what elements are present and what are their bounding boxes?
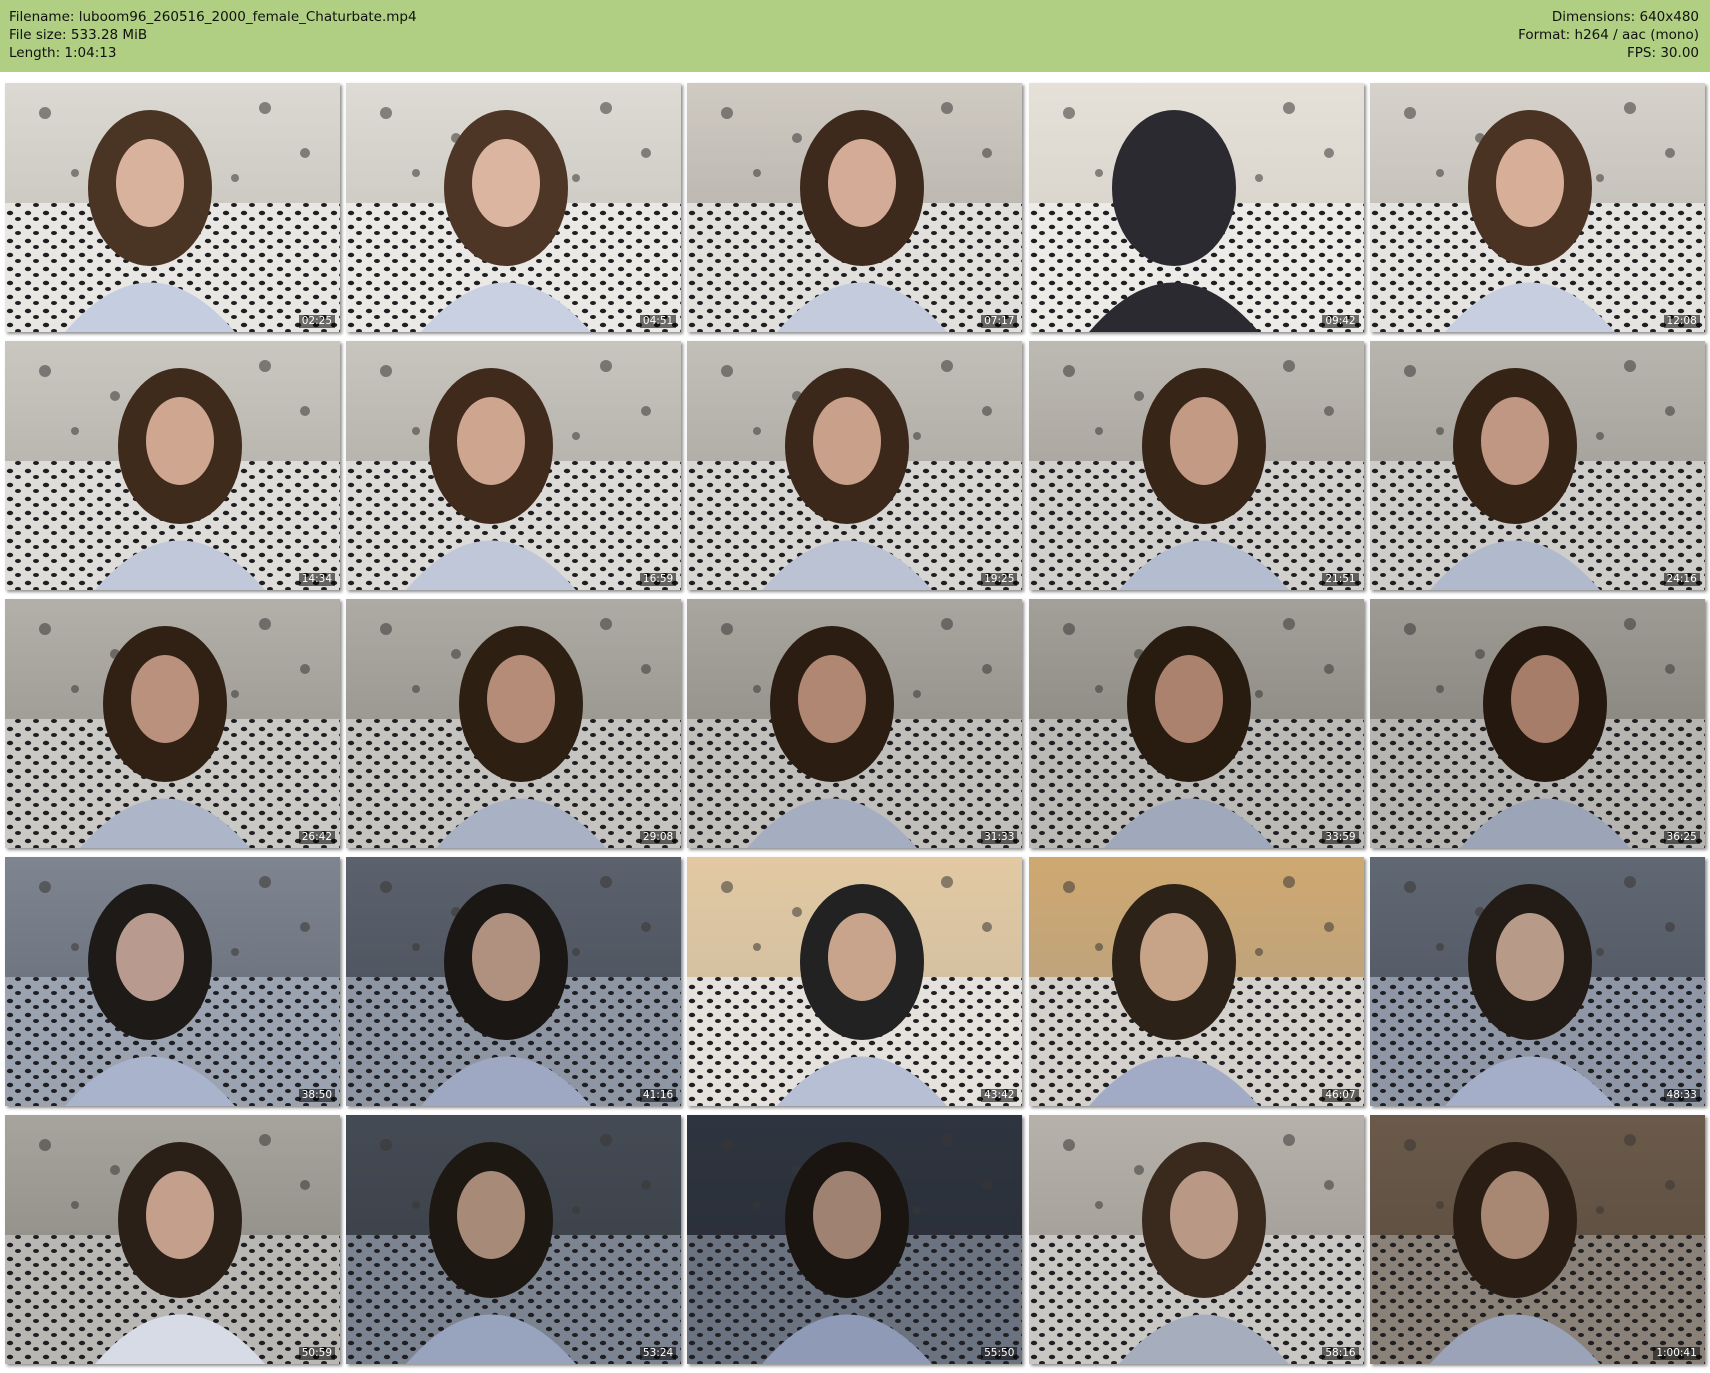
thumbnail-timestamp: 19:25: [981, 573, 1018, 586]
thumbnail-image: [687, 83, 1023, 332]
thumbnail-frame[interactable]: 36:25: [1369, 599, 1705, 848]
thumbnail-image: [346, 599, 682, 848]
thumbnail-frame[interactable]: 46:07: [1028, 857, 1364, 1106]
thumbnail-timestamp: 21:51: [1322, 573, 1359, 586]
thumbnail-frame[interactable]: 04:51: [346, 83, 682, 332]
thumbnail-timestamp: 33:59: [1322, 831, 1359, 844]
thumbnail-frame[interactable]: 53:24: [346, 1115, 682, 1364]
thumbnail-timestamp: 14:34: [298, 573, 335, 586]
thumbnail-image: [1028, 599, 1364, 848]
thumbnail-image: [1028, 857, 1364, 1106]
thumbnail-timestamp: 12:08: [1663, 315, 1700, 328]
thumbnail-image: [346, 341, 682, 590]
thumbnail-timestamp: 36:25: [1663, 831, 1700, 844]
thumbnail-frame[interactable]: 43:42: [687, 857, 1023, 1106]
filename-text: Filename: luboom96_260516_2000_female_Ch…: [9, 9, 417, 25]
thumbnail-timestamp: 16:59: [639, 573, 677, 586]
thumbnail-image: [1369, 857, 1705, 1106]
thumbnail-image: [687, 599, 1023, 848]
format-text: Format: h264 / aac (mono): [1518, 27, 1699, 43]
thumbnail-frame[interactable]: 07:17: [687, 83, 1023, 332]
file-info-left: Filename: luboom96_260516_2000_female_Ch…: [9, 8, 417, 62]
length-text: Length: 1:04:13: [9, 45, 117, 61]
thumbnail-frame[interactable]: 26:42: [5, 599, 340, 848]
thumbnail-frame[interactable]: 14:34: [5, 341, 340, 590]
thumbnail-frame[interactable]: 29:08: [346, 599, 682, 848]
thumbnail-image: [1369, 341, 1705, 590]
thumbnail-timestamp: 29:08: [639, 831, 677, 844]
dimensions-text: Dimensions: 640x480: [1551, 9, 1699, 25]
thumbnail-image: [1369, 599, 1705, 848]
thumbnail-timestamp: 41:16: [639, 1089, 677, 1102]
thumbnail-image: [5, 1115, 340, 1364]
thumbnail-timestamp: 1:00:41: [1653, 1347, 1700, 1360]
thumbnail-image: [687, 1115, 1023, 1364]
thumbnail-timestamp: 26:42: [298, 831, 335, 844]
thumbnail-timestamp: 58:16: [1322, 1347, 1359, 1360]
thumbnail-frame[interactable]: 12:08: [1369, 83, 1705, 332]
thumbnail-timestamp: 48:33: [1663, 1089, 1700, 1102]
thumbnail-image: [687, 857, 1023, 1106]
thumbnail-frame[interactable]: 50:59: [5, 1115, 340, 1364]
thumbnail-frame[interactable]: 24:16: [1369, 341, 1705, 590]
thumbnail-timestamp: 02:25: [298, 315, 335, 328]
thumbnail-timestamp: 09:42: [1322, 315, 1359, 328]
thumbnail-image: [1028, 83, 1364, 332]
thumbnail-image: [1369, 1115, 1705, 1364]
thumbnail-frame[interactable]: 55:50: [687, 1115, 1023, 1364]
thumbnail-image: [1028, 341, 1364, 590]
thumbnail-frame[interactable]: 21:51: [1028, 341, 1364, 590]
thumbnail-image: [5, 341, 340, 590]
thumbnail-frame[interactable]: 58:16: [1028, 1115, 1364, 1364]
fps-text: FPS: 30.00: [1627, 45, 1699, 61]
thumbnail-timestamp: 46:07: [1322, 1089, 1359, 1102]
thumbnail-timestamp: 50:59: [298, 1347, 335, 1360]
thumbnail-image: [346, 857, 682, 1106]
thumbnail-frame[interactable]: 38:50: [5, 857, 340, 1106]
filesize-text: File size: 533.28 MiB: [9, 27, 148, 43]
thumbnail-timestamp: 55:50: [981, 1347, 1018, 1360]
thumbnail-image: [5, 857, 340, 1106]
thumbnail-timestamp: 38:50: [298, 1089, 335, 1102]
thumbnail-image: [1369, 83, 1705, 332]
thumbnail-timestamp: 24:16: [1663, 573, 1700, 586]
thumbnail-timestamp: 43:42: [981, 1089, 1018, 1102]
thumbnail-image: [5, 83, 340, 332]
thumbnail-grid: 02:25 04:51 07:17 09:42 12:08 14:34 16:59 19:25…: [5, 83, 1705, 1366]
thumbnail-timestamp: 31:33: [981, 831, 1018, 844]
thumbnail-image: [1028, 1115, 1364, 1364]
thumbnail-frame[interactable]: 19:25: [687, 341, 1023, 590]
thumbnail-frame[interactable]: 02:25: [5, 83, 340, 332]
thumbnail-frame[interactable]: 33:59: [1028, 599, 1364, 848]
file-info-right: Dimensions: 640x480 Format: h264 / aac (…: [1518, 8, 1699, 62]
thumbnail-frame[interactable]: 09:42: [1028, 83, 1364, 332]
thumbnail-image: [5, 599, 340, 848]
thumbnail-frame[interactable]: 16:59: [346, 341, 682, 590]
thumbnail-image: [346, 1115, 682, 1364]
thumbnail-image: [687, 341, 1023, 590]
thumbnail-frame[interactable]: 31:33: [687, 599, 1023, 848]
thumbnail-timestamp: 53:24: [639, 1347, 677, 1360]
thumbnail-frame[interactable]: 1:00:41: [1369, 1115, 1705, 1364]
thumbnail-image: [346, 83, 682, 332]
thumbnail-timestamp: 04:51: [639, 315, 677, 328]
thumbnail-frame[interactable]: 48:33: [1369, 857, 1705, 1106]
thumbnail-timestamp: 07:17: [981, 315, 1018, 328]
file-info-header: Filename: luboom96_260516_2000_female_Ch…: [0, 0, 1710, 72]
thumbnail-frame[interactable]: 41:16: [346, 857, 682, 1106]
